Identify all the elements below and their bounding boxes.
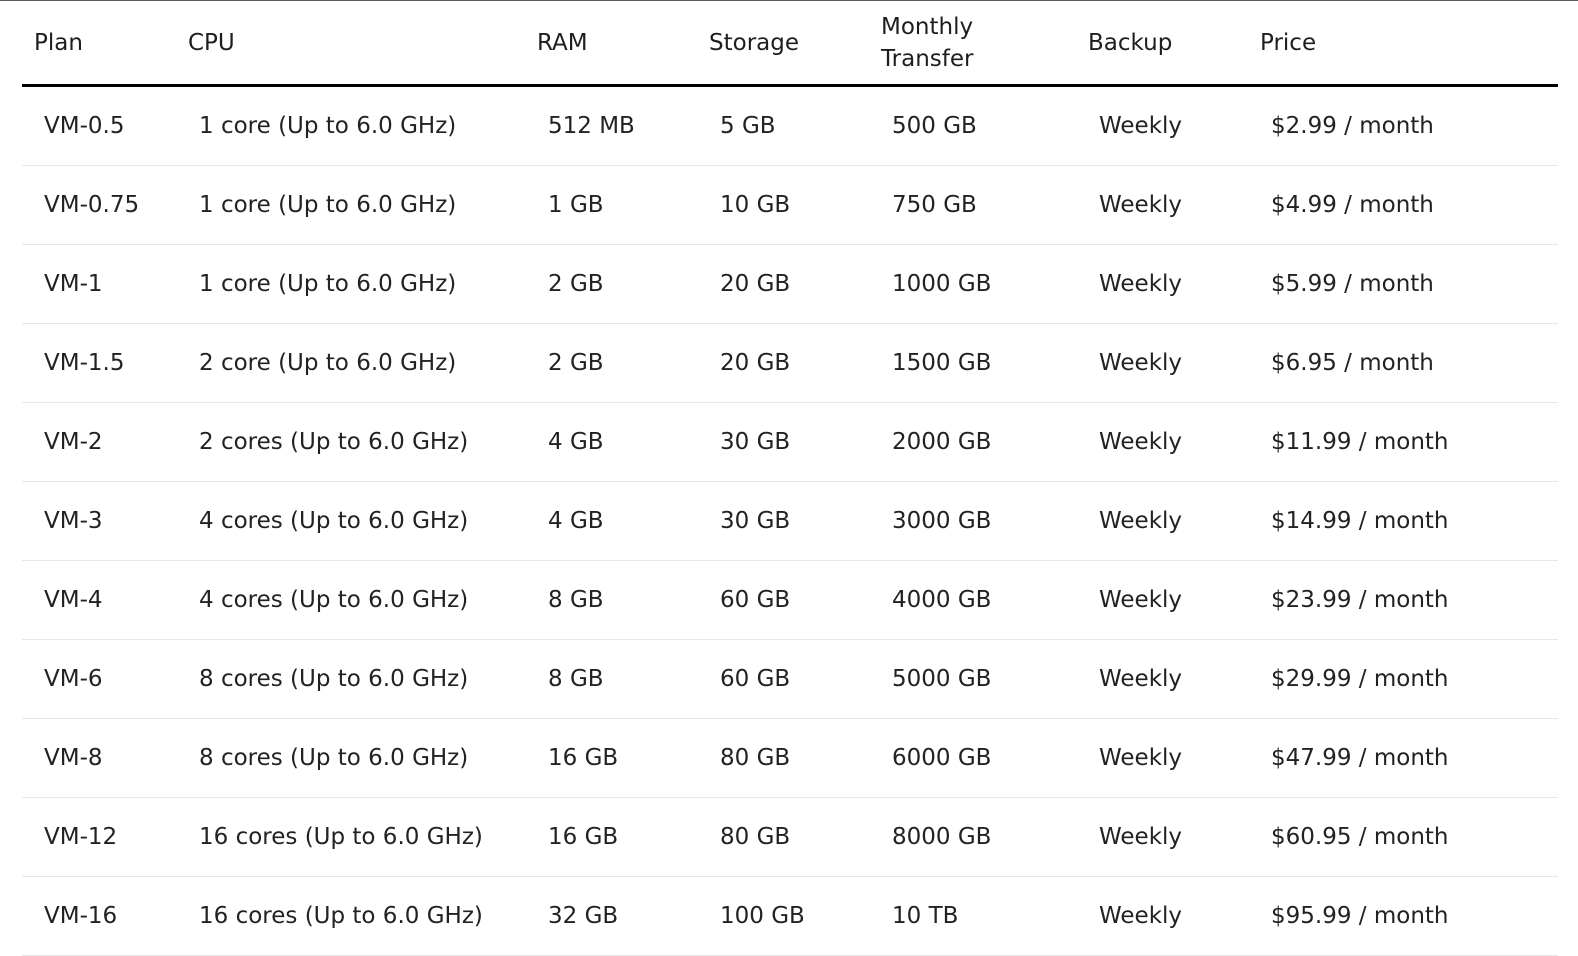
cell-ram: 2 GB (548, 350, 604, 376)
cell-transfer: 750 GB (892, 192, 977, 218)
cell-storage: 80 GB (720, 824, 791, 850)
cell-plan: VM-0.5 (44, 113, 125, 139)
cell-ram: 8 GB (548, 587, 604, 613)
cell-ram: 8 GB (548, 666, 604, 692)
cell-cpu: 4 cores (Up to 6.0 GHz) (199, 587, 469, 613)
cell-cpu: 4 cores (Up to 6.0 GHz) (199, 508, 469, 534)
cell-ram: 32 GB (548, 903, 619, 929)
cell-plan: VM-8 (44, 745, 103, 771)
pricing-table: Plan CPU RAM Storage Monthly Transfer Ba… (22, 1, 1558, 956)
cell-backup: Weekly (1099, 271, 1183, 297)
cell-storage: 5 GB (720, 113, 776, 139)
cell-backup: Weekly (1099, 745, 1183, 771)
cell-cpu: 8 cores (Up to 6.0 GHz) (199, 745, 469, 771)
table-row: VM-1.5 2 core (Up to 6.0 GHz) 2 GB 20 GB… (22, 324, 1558, 403)
cell-ram: 512 MB (548, 113, 635, 139)
cell-storage: 100 GB (720, 903, 805, 929)
cell-cpu: 1 core (Up to 6.0 GHz) (199, 271, 457, 297)
cell-price: $5.99 / month (1271, 271, 1434, 297)
header-cpu: CPU (188, 29, 235, 56)
header-backup: Backup (1088, 29, 1173, 56)
cell-cpu: 16 cores (Up to 6.0 GHz) (199, 824, 483, 850)
cell-price: $14.99 / month (1271, 508, 1449, 534)
cell-price: $4.99 / month (1271, 192, 1434, 218)
cell-storage: 20 GB (720, 271, 791, 297)
cell-backup: Weekly (1099, 508, 1183, 534)
cell-plan: VM-1 (44, 271, 103, 297)
header-storage: Storage (709, 29, 799, 56)
cell-transfer: 8000 GB (892, 824, 992, 850)
cell-backup: Weekly (1099, 587, 1183, 613)
cell-transfer: 3000 GB (892, 508, 992, 534)
cell-ram: 4 GB (548, 429, 604, 455)
cell-backup: Weekly (1099, 192, 1183, 218)
cell-price: $95.99 / month (1271, 903, 1449, 929)
table-row: VM-0.75 1 core (Up to 6.0 GHz) 1 GB 10 G… (22, 166, 1558, 245)
cell-cpu: 16 cores (Up to 6.0 GHz) (199, 903, 483, 929)
header-monthly-transfer: Monthly Transfer (881, 1, 973, 84)
header-monthly-transfer-line2: Transfer (881, 45, 974, 72)
cell-transfer: 500 GB (892, 113, 977, 139)
cell-storage: 20 GB (720, 350, 791, 376)
header-ram: RAM (537, 29, 588, 56)
cell-transfer: 4000 GB (892, 587, 992, 613)
cell-ram: 1 GB (548, 192, 604, 218)
cell-backup: Weekly (1099, 903, 1183, 929)
cell-price: $2.99 / month (1271, 113, 1434, 139)
cell-price: $23.99 / month (1271, 587, 1449, 613)
cell-transfer: 6000 GB (892, 745, 992, 771)
header-price: Price (1260, 29, 1317, 56)
cell-price: $6.95 / month (1271, 350, 1434, 376)
cell-backup: Weekly (1099, 824, 1183, 850)
cell-ram: 16 GB (548, 824, 619, 850)
table-row: VM-6 8 cores (Up to 6.0 GHz) 8 GB 60 GB … (22, 640, 1558, 719)
cell-price: $47.99 / month (1271, 745, 1449, 771)
cell-transfer: 5000 GB (892, 666, 992, 692)
header-monthly-transfer-line1: Monthly (881, 13, 974, 40)
cell-plan: VM-12 (44, 824, 118, 850)
table-row: VM-2 2 cores (Up to 6.0 GHz) 4 GB 30 GB … (22, 403, 1558, 482)
table-row: VM-16 16 cores (Up to 6.0 GHz) 32 GB 100… (22, 877, 1558, 956)
cell-storage: 60 GB (720, 666, 791, 692)
cell-ram: 16 GB (548, 745, 619, 771)
cell-transfer: 1000 GB (892, 271, 992, 297)
table-row: VM-1 1 core (Up to 6.0 GHz) 2 GB 20 GB 1… (22, 245, 1558, 324)
cell-ram: 2 GB (548, 271, 604, 297)
cell-cpu: 1 core (Up to 6.0 GHz) (199, 192, 457, 218)
cell-price: $29.99 / month (1271, 666, 1449, 692)
cell-price: $60.95 / month (1271, 824, 1449, 850)
table-row: VM-0.5 1 core (Up to 6.0 GHz) 512 MB 5 G… (22, 87, 1558, 166)
cell-cpu: 1 core (Up to 6.0 GHz) (199, 113, 457, 139)
cell-plan: VM-4 (44, 587, 103, 613)
cell-plan: VM-16 (44, 903, 118, 929)
cell-transfer: 2000 GB (892, 429, 992, 455)
cell-ram: 4 GB (548, 508, 604, 534)
cell-plan: VM-6 (44, 666, 103, 692)
cell-plan: VM-2 (44, 429, 103, 455)
cell-plan: VM-3 (44, 508, 103, 534)
cell-storage: 80 GB (720, 745, 791, 771)
table-row: VM-8 8 cores (Up to 6.0 GHz) 16 GB 80 GB… (22, 719, 1558, 798)
table-row: VM-4 4 cores (Up to 6.0 GHz) 8 GB 60 GB … (22, 561, 1558, 640)
cell-storage: 30 GB (720, 508, 791, 534)
cell-storage: 30 GB (720, 429, 791, 455)
cell-cpu: 2 core (Up to 6.0 GHz) (199, 350, 457, 376)
table-row: VM-12 16 cores (Up to 6.0 GHz) 16 GB 80 … (22, 798, 1558, 877)
cell-transfer: 10 TB (892, 903, 959, 929)
header-plan: Plan (34, 29, 83, 56)
cell-backup: Weekly (1099, 666, 1183, 692)
cell-backup: Weekly (1099, 113, 1183, 139)
cell-plan: VM-1.5 (44, 350, 125, 376)
cell-cpu: 2 cores (Up to 6.0 GHz) (199, 429, 469, 455)
table-row: VM-3 4 cores (Up to 6.0 GHz) 4 GB 30 GB … (22, 482, 1558, 561)
cell-transfer: 1500 GB (892, 350, 992, 376)
table-header: Plan CPU RAM Storage Monthly Transfer Ba… (22, 1, 1558, 87)
cell-cpu: 8 cores (Up to 6.0 GHz) (199, 666, 469, 692)
cell-plan: VM-0.75 (44, 192, 140, 218)
cell-storage: 10 GB (720, 192, 791, 218)
cell-backup: Weekly (1099, 429, 1183, 455)
cell-backup: Weekly (1099, 350, 1183, 376)
cell-storage: 60 GB (720, 587, 791, 613)
cell-price: $11.99 / month (1271, 429, 1449, 455)
